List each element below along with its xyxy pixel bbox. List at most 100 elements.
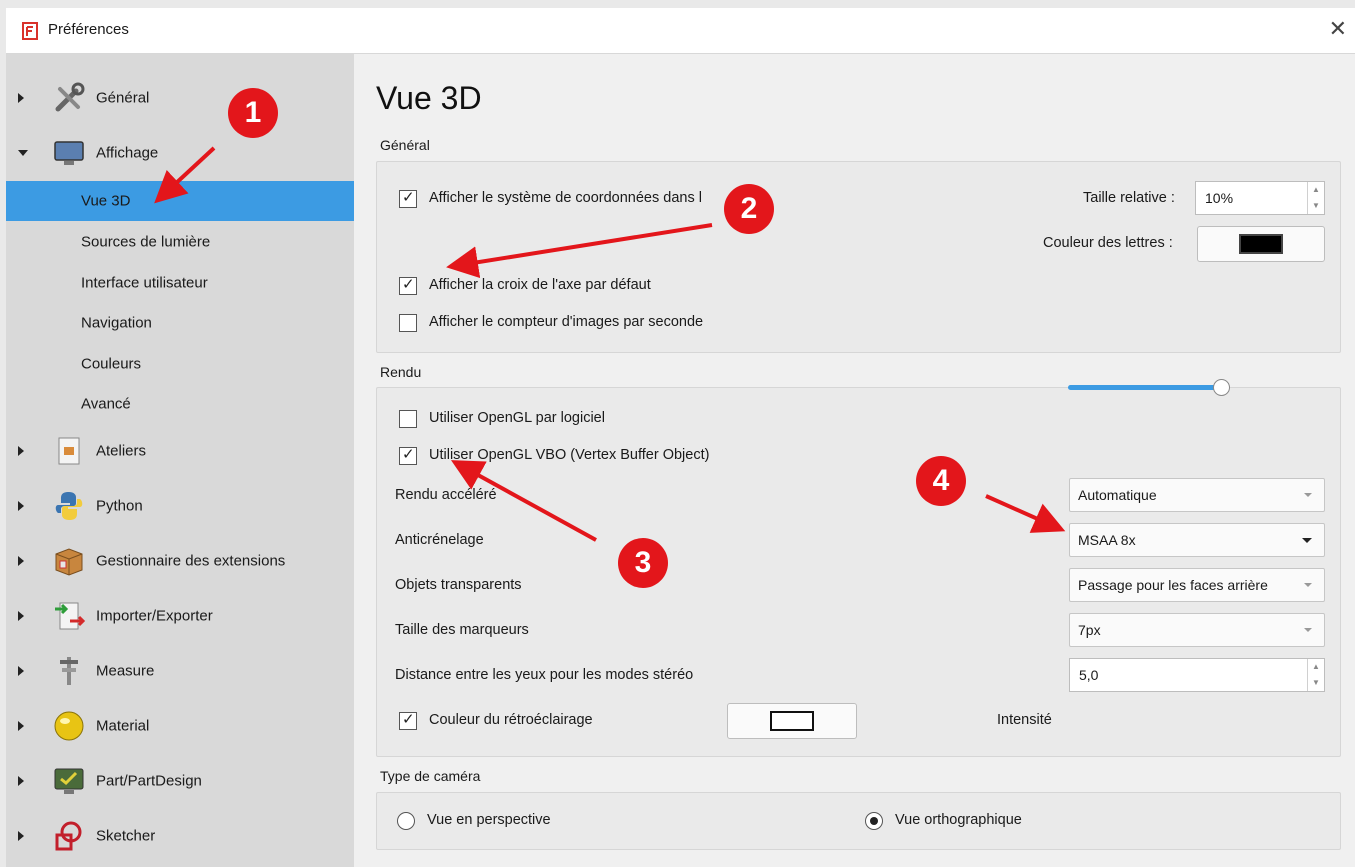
marker-size-select[interactable]: 7px (1069, 613, 1325, 647)
sidebar-item-material[interactable]: Material (6, 706, 354, 746)
sidebar-item-import-export[interactable]: Importer/Exporter (6, 596, 354, 636)
sidebar-item-general[interactable]: Général (6, 78, 354, 118)
sidebar-subitem-label: Interface utilisateur (81, 274, 208, 292)
annotation-badge-1: 1 (228, 88, 278, 138)
relative-size-spinbox[interactable]: 10% ▲ ▼ (1195, 181, 1325, 215)
monitor-icon (54, 141, 84, 165)
window-titlebar: Préférences ✕ (6, 8, 1355, 54)
sidebar-item-sketcher[interactable]: Sketcher (6, 816, 354, 856)
collapse-arrow-icon[interactable] (18, 150, 28, 156)
chevron-down-icon (1304, 628, 1312, 632)
expand-arrow-icon[interactable] (18, 501, 24, 511)
sidebar-subitem-navigation[interactable]: Navigation (6, 303, 354, 343)
show-coord-system-label: Afficher le système de coordonnées dans … (429, 190, 702, 206)
import-export-icon (55, 602, 86, 630)
sidebar-subitem-label: Navigation (81, 314, 152, 332)
accelerated-render-select[interactable]: Automatique (1069, 478, 1325, 512)
intensity-slider-handle[interactable] (1213, 379, 1230, 396)
eye-distance-value: 5,0 (1079, 667, 1099, 683)
section-camera-label: Type de caméra (380, 768, 481, 784)
render-group: Utiliser OpenGL par logiciel Utiliser Op… (376, 387, 1341, 757)
expand-arrow-icon[interactable] (18, 831, 24, 841)
sketcher-icon (55, 821, 82, 851)
section-general-label: Général (380, 137, 430, 153)
material-sphere-icon (54, 711, 84, 741)
part-design-monitor-icon (54, 768, 84, 794)
expand-arrow-icon[interactable] (18, 446, 24, 456)
sidebar-item-label: Sketcher (96, 827, 156, 845)
accelerated-render-label: Rendu accéléré (395, 487, 497, 503)
sidebar-item-label: Ateliers (96, 442, 147, 460)
antialias-select[interactable]: MSAA 8x (1069, 523, 1325, 557)
sidebar-subitem-ui[interactable]: Interface utilisateur (6, 263, 354, 303)
expand-arrow-icon[interactable] (18, 776, 24, 786)
sidebar-item-python[interactable]: Python (6, 486, 354, 526)
eye-distance-label: Distance entre les yeux pour les modes s… (395, 667, 694, 683)
marker-size-value: 7px (1078, 622, 1101, 638)
expand-arrow-icon[interactable] (18, 556, 24, 566)
sidebar-item-label: Measure (96, 662, 155, 680)
show-fps-checkbox[interactable] (399, 314, 417, 332)
spin-buttons[interactable]: ▲ ▼ (1307, 182, 1324, 214)
sidebar-item-label: Part/PartDesign (96, 772, 202, 790)
intensity-slider-track[interactable] (1068, 385, 1220, 390)
sidebar-subitem-vue-3d[interactable]: Vue 3D (6, 181, 354, 221)
orthographic-label: Vue orthographique (895, 812, 1022, 828)
perspective-radio[interactable] (397, 812, 415, 830)
close-icon[interactable]: ✕ (1329, 16, 1347, 42)
show-coord-system-checkbox[interactable] (399, 188, 417, 208)
spin-down-icon[interactable]: ▼ (1308, 198, 1324, 214)
general-group: Afficher le système de coordonnées dans … (376, 161, 1341, 353)
preferences-sidebar: Général Affichage Vue 3D Sources de lumi… (6, 54, 354, 867)
spin-down-icon[interactable]: ▼ (1308, 675, 1324, 691)
opengl-vbo-checkbox[interactable] (399, 445, 417, 465)
sidebar-subitem-label: Avancé (81, 395, 131, 413)
sidebar-subitem-label: Couleurs (81, 355, 142, 373)
expand-arrow-icon[interactable] (18, 611, 24, 621)
spin-up-icon[interactable]: ▲ (1308, 659, 1324, 675)
spin-up-icon[interactable]: ▲ (1308, 182, 1324, 198)
eye-distance-spinbox[interactable]: 5,0 ▲ ▼ (1069, 658, 1325, 692)
relative-size-value: 10% (1205, 190, 1234, 206)
sidebar-item-affichage[interactable]: Affichage (6, 133, 354, 173)
preferences-page: Vue 3D Général Afficher le système de co… (354, 54, 1355, 867)
relative-size-label: Taille relative : (1083, 190, 1175, 206)
show-axis-cross-checkbox[interactable] (399, 275, 417, 295)
expand-arrow-icon[interactable] (18, 666, 24, 676)
chevron-down-icon (1304, 493, 1312, 497)
orthographic-radio[interactable] (865, 812, 883, 830)
annotation-badge-2: 2 (724, 184, 774, 234)
sidebar-item-measure[interactable]: Measure (6, 651, 354, 691)
backlight-color-button[interactable] (727, 703, 857, 739)
show-axis-cross-label: Afficher la croix de l'axe par défaut (429, 277, 651, 293)
expand-arrow-icon[interactable] (18, 93, 24, 103)
letter-color-swatch (1239, 234, 1283, 254)
chevron-down-icon (1304, 583, 1312, 587)
spin-buttons[interactable]: ▲ ▼ (1307, 659, 1324, 691)
sidebar-subitem-advanced[interactable]: Avancé (6, 384, 354, 424)
backlight-color-label: Couleur du rétroéclairage (429, 712, 593, 728)
annotation-badge-4: 4 (916, 456, 966, 506)
tools-icon (55, 82, 85, 112)
annotation-badge-3: 3 (618, 538, 668, 588)
sidebar-item-part-design[interactable]: Part/PartDesign (6, 761, 354, 801)
sidebar-item-ateliers[interactable]: Ateliers (6, 431, 354, 471)
accelerated-render-value: Automatique (1078, 487, 1157, 503)
sidebar-subitem-lights[interactable]: Sources de lumière (6, 222, 354, 262)
intensity-label: Intensité (997, 712, 1052, 728)
expand-arrow-icon[interactable] (18, 721, 24, 731)
window-title: Préférences (48, 21, 129, 38)
software-opengl-checkbox[interactable] (399, 410, 417, 428)
transparent-objects-value: Passage pour les faces arrière (1078, 577, 1268, 593)
letter-color-button[interactable] (1197, 226, 1325, 262)
transparent-objects-select[interactable]: Passage pour les faces arrière (1069, 568, 1325, 602)
sidebar-subitem-colors[interactable]: Couleurs (6, 344, 354, 384)
python-icon (55, 492, 83, 520)
sidebar-item-label: Affichage (96, 144, 159, 162)
opengl-vbo-label: Utiliser OpenGL VBO (Vertex Buffer Objec… (429, 447, 710, 463)
marker-size-label: Taille des marqueurs (395, 622, 529, 638)
sidebar-subitem-label: Sources de lumière (81, 233, 211, 251)
backlight-checkbox[interactable] (399, 710, 417, 730)
sidebar-item-addon-manager[interactable]: Gestionnaire des extensions (6, 541, 354, 581)
sidebar-item-label: Gestionnaire des extensions (96, 552, 286, 570)
